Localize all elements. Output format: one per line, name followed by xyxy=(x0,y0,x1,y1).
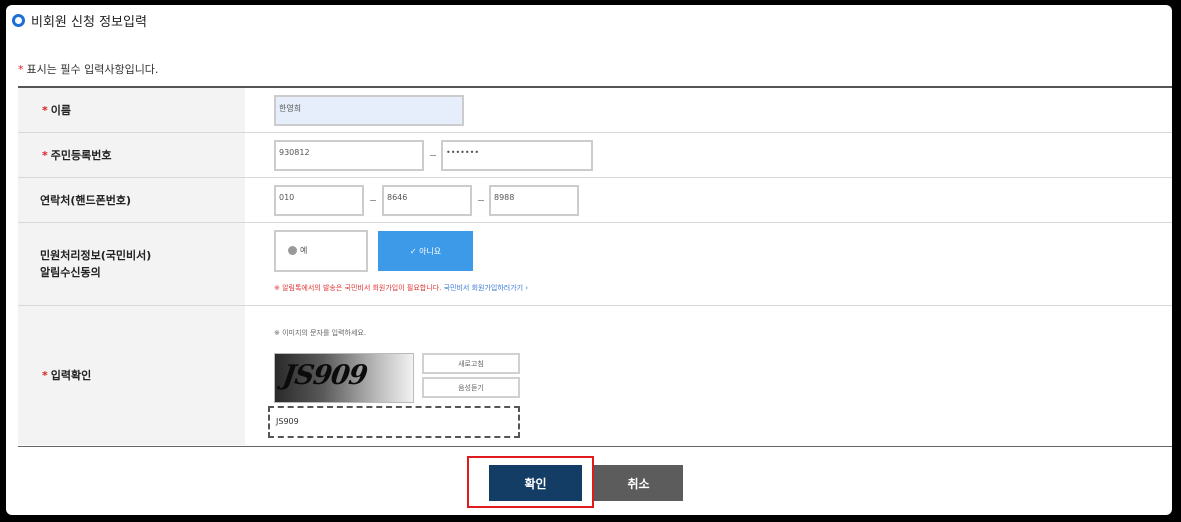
consent-label-cell: 민원처리정보(국민비서) 알림수신동의 xyxy=(18,223,245,305)
captcha-image-text: JS909 xyxy=(280,360,369,391)
rrn-label-cell: * 주민등록번호 xyxy=(18,133,245,177)
consent-label-line1: 민원처리정보(국민비서) xyxy=(40,249,152,262)
required-star-icon: * xyxy=(42,369,48,382)
consent-label-line2: 알림수신동의 xyxy=(40,266,101,279)
cancel-button[interactable]: 취소 xyxy=(594,465,683,501)
dash xyxy=(478,200,484,201)
form-row-captcha: * 입력확인 ※ 이미지의 문자를 입력하세요. JS909 새로고침 음성듣기 … xyxy=(18,306,1172,445)
form-row-phone: 연락처(핸드폰번호) 010 8646 8988 xyxy=(18,178,1172,223)
rrn-front-input[interactable]: 930812 xyxy=(274,140,424,171)
rrn-label: 주민등록번호 xyxy=(50,148,112,162)
captcha-input[interactable]: JS909 xyxy=(268,406,520,438)
form-row-consent: 민원처리정보(국민비서) 알림수신동의 예 ✓ 아니요 ※ 알림톡에서의 발송은… xyxy=(18,223,1172,306)
captcha-refresh-button[interactable]: 새로고침 xyxy=(422,353,520,374)
form-frame: 비회원 신청 정보입력 * 표시는 필수 입력사항입니다. * 이름 한영희 * 주민… xyxy=(6,5,1172,515)
phone-label-cell: 연락처(핸드폰번호) xyxy=(18,178,245,222)
form-table: * 이름 한영희 * 주민등록번호 930812 ••••••• 연락처(핸드폰번호… xyxy=(18,86,1172,447)
consent-notice: ※ 알림톡에서의 발송은 국민비서 회원가입이 필요합니다. 국민비서 회원가입… xyxy=(274,283,528,293)
consent-notice-text: ※ 알림톡에서의 발송은 국민비서 회원가입이 필요합니다. xyxy=(274,284,442,292)
captcha-image: JS909 xyxy=(274,353,414,403)
phone-part1-input[interactable]: 010 xyxy=(274,185,364,216)
dash xyxy=(370,200,376,201)
captcha-audio-button[interactable]: 음성듣기 xyxy=(422,377,520,398)
required-note: * 표시는 필수 입력사항입니다. xyxy=(18,61,158,77)
section-title-text: 비회원 신청 정보입력 xyxy=(31,15,147,30)
captcha-label-cell: * 입력확인 xyxy=(18,306,245,445)
captcha-label: 입력확인 xyxy=(50,369,92,382)
name-label-cell: * 이름 xyxy=(18,88,245,132)
rrn-back-input[interactable]: ••••••• xyxy=(441,140,593,171)
name-input[interactable]: 한영희 xyxy=(274,95,464,126)
consent-yes-label: 예 xyxy=(300,246,308,255)
form-row-rrn: * 주민등록번호 930812 ••••••• xyxy=(18,133,1172,178)
captcha-hint: ※ 이미지의 문자를 입력하세요. xyxy=(274,329,367,337)
section-title: 비회원 신청 정보입력 xyxy=(12,11,147,30)
confirm-highlight-box xyxy=(467,456,594,508)
radio-icon xyxy=(288,246,297,255)
form-row-name: * 이름 한영희 xyxy=(18,88,1172,133)
circle-bullet-icon xyxy=(12,14,25,27)
required-star-icon: * xyxy=(42,103,48,117)
signup-link[interactable]: 국민비서 회원가입하러가기 › xyxy=(444,284,529,292)
required-star-icon: * xyxy=(18,63,24,76)
phone-part2-input[interactable]: 8646 xyxy=(382,185,472,216)
phone-part3-input[interactable]: 8988 xyxy=(489,185,579,216)
consent-yes-option[interactable]: 예 xyxy=(274,230,368,272)
name-label: 이름 xyxy=(50,103,72,117)
consent-no-button[interactable]: ✓ 아니요 xyxy=(378,231,473,271)
dash xyxy=(430,155,436,156)
required-star-icon: * xyxy=(42,148,48,162)
phone-label: 연락처(핸드폰번호) xyxy=(40,193,132,207)
required-note-text: 표시는 필수 입력사항입니다. xyxy=(26,63,159,76)
